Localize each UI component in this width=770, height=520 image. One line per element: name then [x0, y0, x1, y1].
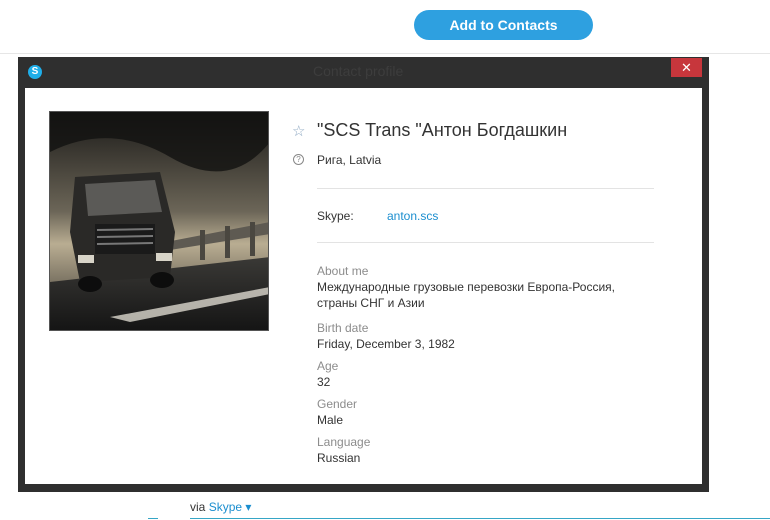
skype-label: Skype: — [317, 209, 354, 223]
location-icon: ? — [293, 154, 304, 165]
contact-name: "SCS Trans "Антон Богдашкин — [317, 120, 568, 140]
gender-value: Male — [317, 413, 344, 427]
divider — [317, 242, 654, 243]
via-label: via — [190, 500, 206, 514]
birth-date-label: Birth date — [317, 321, 369, 335]
via-skype-link[interactable]: Skype — [209, 500, 242, 514]
language-label: Language — [317, 435, 371, 449]
birth-date-value: Friday, December 3, 1982 — [317, 337, 455, 351]
about-value: Международные грузовые перевозки Европа-… — [317, 280, 615, 310]
profile-content: ☆ "SCS Trans "Антон Богдашкин ? Рига, La… — [25, 88, 702, 484]
favorite-star-icon[interactable]: ☆ — [292, 122, 305, 140]
skype-name-link[interactable]: anton.scs — [387, 209, 438, 223]
truck-photo-image — [50, 112, 268, 330]
footer-line — [190, 518, 770, 519]
gender-label: Gender — [317, 397, 358, 411]
age-value: 32 — [317, 375, 331, 389]
language-value: Russian — [317, 451, 361, 465]
footer-line — [148, 518, 158, 519]
profile-photo — [49, 111, 269, 331]
about-label: About me — [317, 264, 369, 278]
age-label: Age — [317, 359, 339, 373]
close-button[interactable]: ✕ — [671, 58, 702, 77]
caret-down-icon[interactable]: ▾ — [245, 500, 251, 514]
divider — [317, 188, 654, 189]
window-titlebar[interactable]: S Contact profile ✕ — [18, 57, 709, 87]
window-title: Contact profile — [313, 63, 404, 79]
top-divider — [0, 53, 770, 54]
skype-logo-icon: S — [28, 65, 42, 79]
add-to-contacts-button[interactable]: Add to Contacts — [414, 10, 593, 40]
via-skype: via Skype ▾ — [190, 500, 251, 514]
contact-profile-window: S Contact profile ✕ ☆ "SCS Trans "Антон … — [18, 57, 709, 492]
contact-location: Рига, Latvia — [317, 153, 382, 167]
